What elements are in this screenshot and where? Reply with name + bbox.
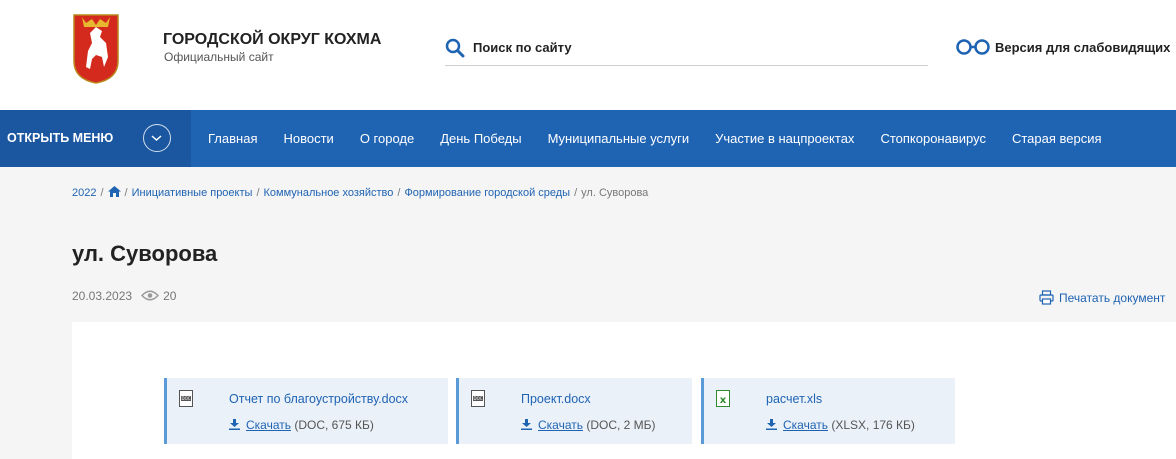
nav-item-stop-coronavirus[interactable]: Стопкоронавирус bbox=[880, 131, 986, 146]
breadcrumb-item[interactable]: Инициативные проекты bbox=[132, 187, 253, 199]
accessibility-label[interactable]: Версия для слабовидящих bbox=[995, 40, 1170, 55]
main-nav: ОТКРЫТЬ МЕНЮ Главная Новости О городе Де… bbox=[0, 110, 1176, 167]
file-info: (XLSX, 176 КБ) bbox=[831, 418, 915, 432]
download-icon[interactable] bbox=[521, 419, 532, 430]
eye-icon bbox=[141, 290, 160, 301]
xls-icon: x bbox=[716, 390, 730, 407]
nav-item-home[interactable]: Главная bbox=[208, 131, 257, 146]
printer-icon bbox=[1039, 290, 1054, 305]
file-name-link[interactable]: расчет.xls bbox=[766, 392, 822, 406]
view-count: 20 bbox=[163, 289, 177, 303]
download-link[interactable]: Скачать bbox=[783, 418, 828, 432]
file-download: Скачать (XLSX, 176 КБ) bbox=[766, 418, 915, 432]
svg-text:DOC: DOC bbox=[181, 396, 190, 401]
site-title[interactable]: ГОРОДСКОЙ ОКРУГ КОХМА bbox=[163, 31, 381, 49]
doc-icon: DOC bbox=[179, 390, 193, 407]
breadcrumb-year[interactable]: 2022 bbox=[72, 187, 96, 199]
file-name-link[interactable]: Отчет по благоустройству.docx bbox=[229, 392, 408, 406]
site-subtitle: Официальный сайт bbox=[164, 50, 274, 64]
open-menu-label[interactable]: ОТКРЫТЬ МЕНЮ bbox=[7, 131, 113, 145]
nav-items: Главная Новости О городе День Победы Мун… bbox=[208, 110, 1128, 167]
nav-item-national-projects[interactable]: Участие в нацпроектах bbox=[715, 131, 854, 146]
print-label[interactable]: Печатать документ bbox=[1059, 291, 1165, 305]
open-menu-button[interactable]: ОТКРЫТЬ МЕНЮ bbox=[0, 110, 191, 167]
svg-text:x: x bbox=[720, 395, 727, 406]
file-card: DOC Проект.docx Скачать (DOC, 2 МБ) bbox=[456, 378, 692, 444]
breadcrumb: 2022// Инициативные проекты / Коммунальное … bbox=[72, 186, 649, 199]
page-meta: 20.03.2023 20 bbox=[72, 289, 176, 303]
home-icon[interactable] bbox=[107, 186, 121, 197]
nav-item-old-version[interactable]: Старая версия bbox=[1012, 131, 1102, 146]
search-field[interactable]: Поиск по сайту bbox=[445, 37, 928, 66]
page-title: ул. Суворова bbox=[72, 241, 218, 266]
site-header: ГОРОДСКОЙ ОКРУГ КОХМА Официальный сайт П… bbox=[0, 0, 1176, 110]
breadcrumb-current: ул. Суворова bbox=[581, 187, 649, 199]
file-info: (DOC, 675 КБ) bbox=[294, 418, 374, 432]
chevron-down-icon[interactable] bbox=[143, 124, 171, 152]
nav-item-victory-day[interactable]: День Победы bbox=[440, 131, 521, 146]
breadcrumb-item[interactable]: Коммунальное хозяйство bbox=[264, 187, 394, 199]
download-icon[interactable] bbox=[229, 419, 240, 430]
coat-of-arms-icon[interactable] bbox=[72, 13, 120, 85]
download-link[interactable]: Скачать bbox=[538, 418, 583, 432]
search-icon[interactable] bbox=[445, 38, 465, 58]
doc-icon: DOC bbox=[471, 390, 485, 407]
file-card: x расчет.xls Скачать (XLSX, 176 КБ) bbox=[701, 378, 955, 444]
file-card: DOC Отчет по благоустройству.docx Скачат… bbox=[164, 378, 448, 444]
file-download: Скачать (DOC, 675 КБ) bbox=[229, 418, 374, 432]
file-info: (DOC, 2 МБ) bbox=[586, 418, 656, 432]
nav-item-news[interactable]: Новости bbox=[283, 131, 333, 146]
file-download: Скачать (DOC, 2 МБ) bbox=[521, 418, 656, 432]
download-link[interactable]: Скачать bbox=[246, 418, 291, 432]
print-button[interactable]: Печатать документ bbox=[1039, 287, 1165, 306]
download-icon[interactable] bbox=[766, 419, 777, 430]
breadcrumb-item[interactable]: Формирование городской среды bbox=[404, 187, 570, 199]
search-input[interactable]: Поиск по сайту bbox=[473, 40, 572, 55]
file-name-link[interactable]: Проект.docx bbox=[521, 392, 591, 406]
nav-item-about-city[interactable]: О городе bbox=[360, 131, 414, 146]
nav-item-municipal-services[interactable]: Муниципальные услуги bbox=[548, 131, 690, 146]
publish-date: 20.03.2023 bbox=[72, 289, 133, 303]
glasses-icon bbox=[956, 39, 990, 55]
svg-text:DOC: DOC bbox=[473, 396, 482, 401]
